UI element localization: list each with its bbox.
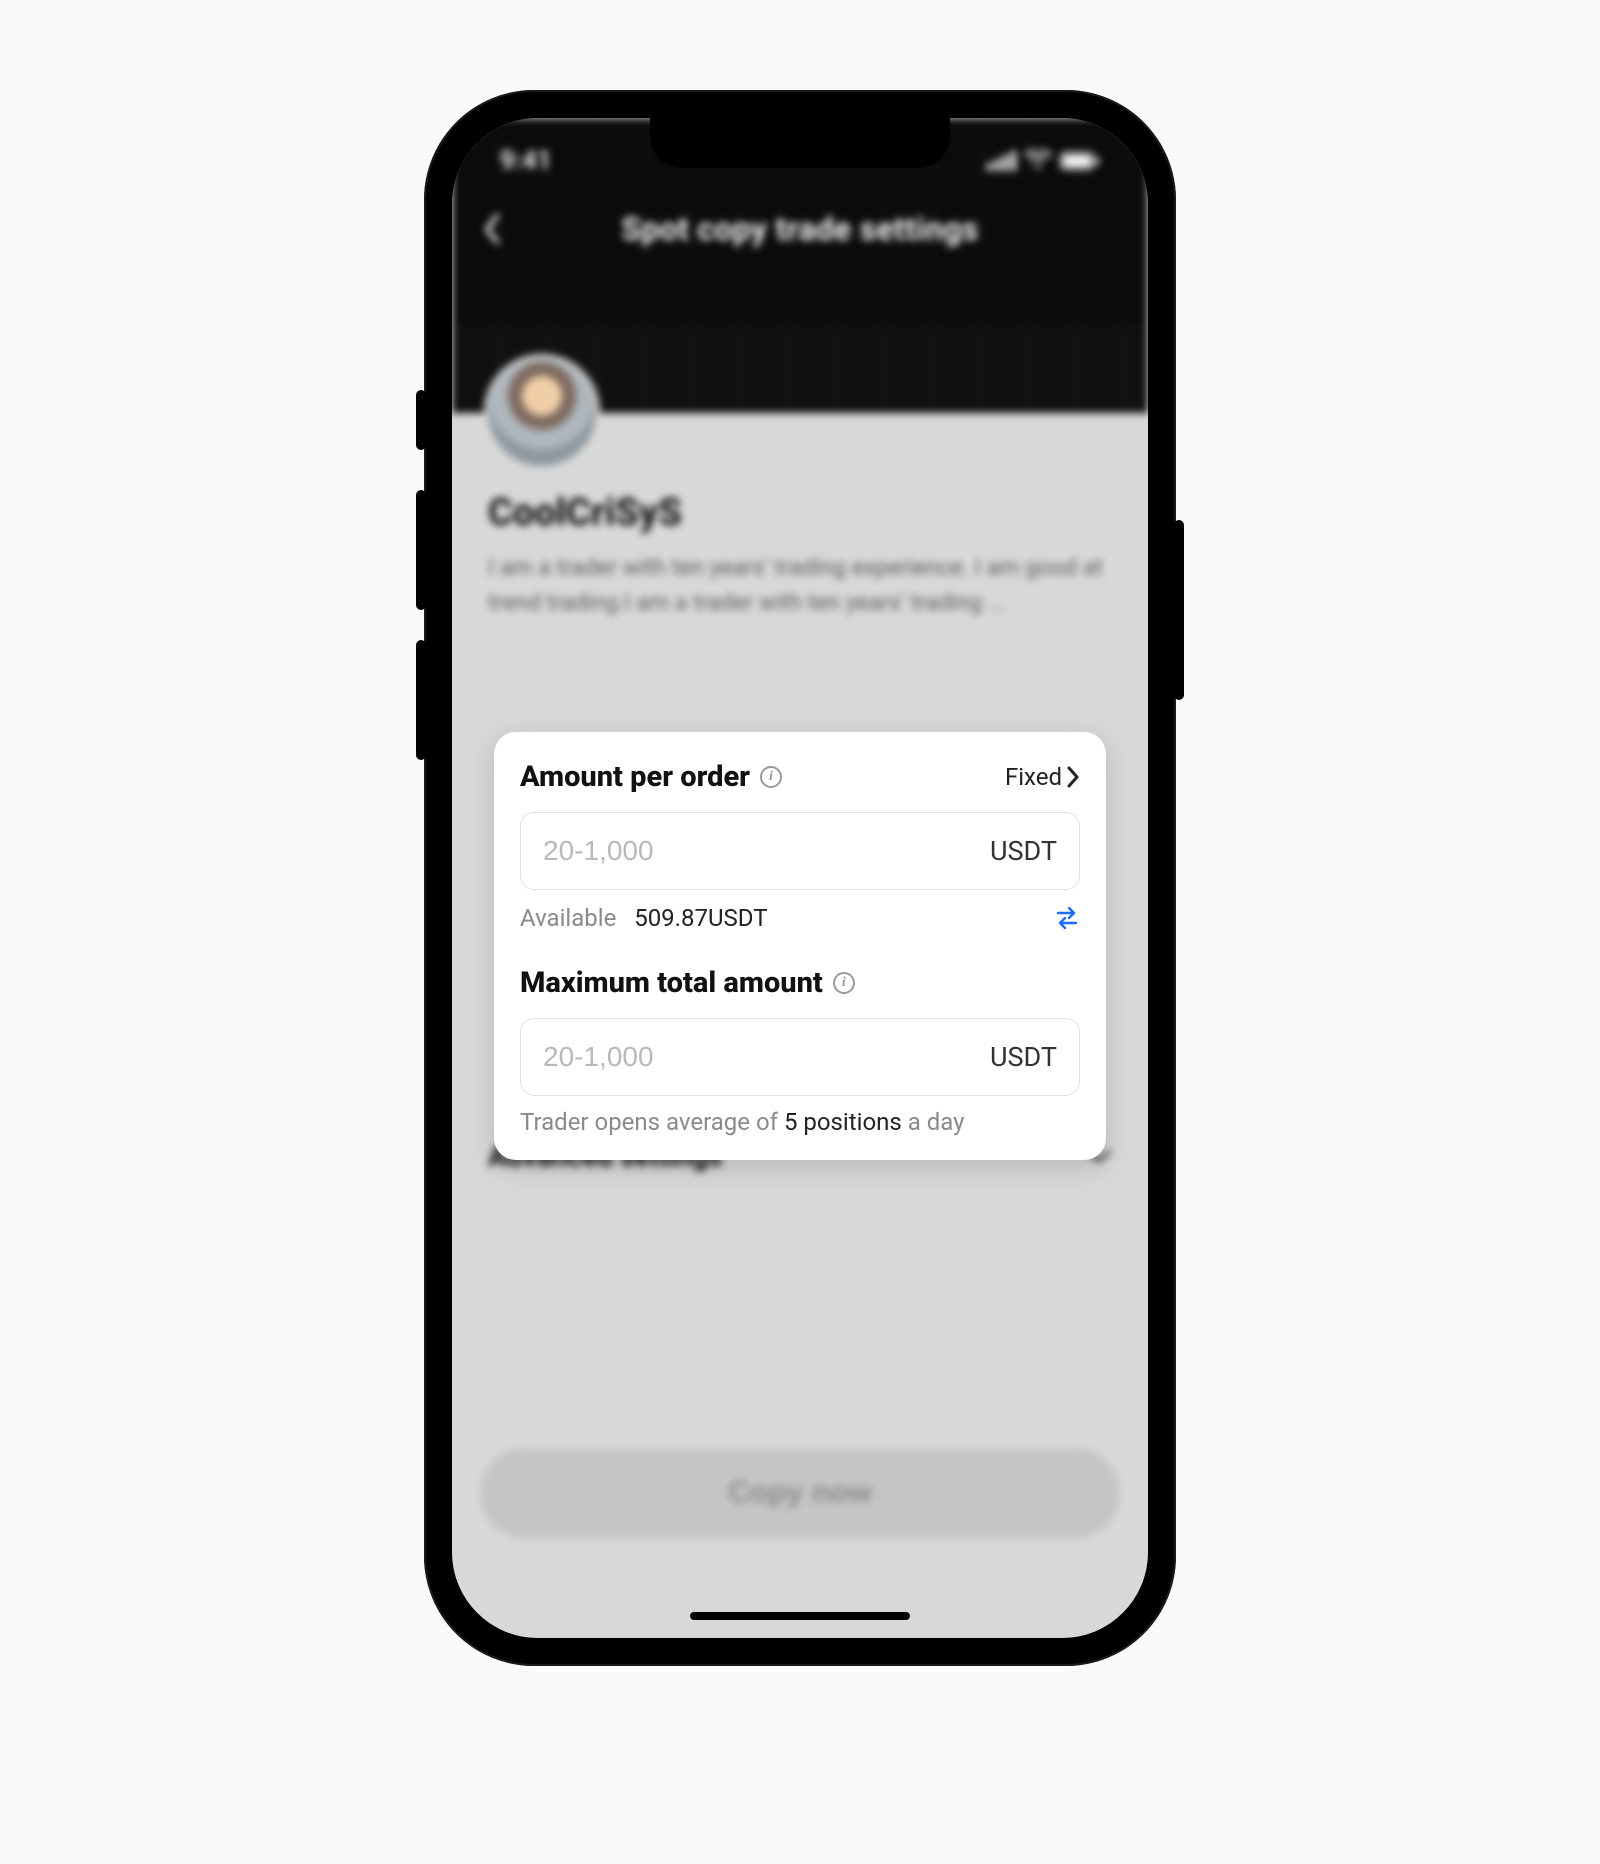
cellular-icon xyxy=(987,151,1016,171)
chevron-right-icon xyxy=(1066,766,1080,788)
available-label: Available xyxy=(520,904,616,932)
phone-screen: 9:41 xyxy=(452,118,1148,1638)
available-value: 509.87USDT xyxy=(634,904,767,932)
amount-mode-label: Fixed xyxy=(1005,763,1062,791)
page-header: Spot copy trade settings xyxy=(452,210,1148,248)
amount-per-order-input[interactable] xyxy=(543,835,990,867)
positions-hint-post: a day xyxy=(902,1108,965,1136)
max-total-title-text: Maximum total amount xyxy=(520,966,823,1000)
copy-now-label: Copy now xyxy=(728,1476,871,1510)
back-button[interactable] xyxy=(482,213,502,245)
home-indicator[interactable] xyxy=(690,1612,910,1620)
page-title: Spot copy trade settings xyxy=(621,210,978,248)
phone-side-button xyxy=(1174,520,1184,700)
available-balance: Available 509.87USDT xyxy=(520,904,768,932)
transfer-icon[interactable] xyxy=(1054,907,1080,929)
info-icon[interactable]: i xyxy=(833,972,855,994)
amount-settings-card: Amount per order i Fixed USDT xyxy=(494,732,1106,1160)
amount-per-order-title: Amount per order i xyxy=(520,760,782,794)
trader-avatar[interactable] xyxy=(488,358,596,466)
max-total-field[interactable]: USDT xyxy=(520,1018,1080,1096)
max-total-input[interactable] xyxy=(543,1041,990,1073)
phone-frame: 9:41 xyxy=(424,90,1176,1666)
canvas: 9:41 xyxy=(0,0,1600,1864)
cta-wrap: Copy now xyxy=(480,1448,1120,1538)
amount-per-order-field[interactable]: USDT xyxy=(520,812,1080,890)
info-icon[interactable]: i xyxy=(760,766,782,788)
battery-icon xyxy=(1060,151,1100,171)
max-total-unit: USDT xyxy=(990,1041,1057,1073)
positions-hint: Trader opens average of 5 positions a da… xyxy=(520,1108,1080,1136)
amount-per-order-unit: USDT xyxy=(990,835,1057,867)
phone-notch xyxy=(650,118,950,168)
amount-mode-selector[interactable]: Fixed xyxy=(1005,763,1080,791)
phone-side-button xyxy=(416,640,426,760)
phone-side-button xyxy=(416,390,426,450)
wifi-icon xyxy=(1024,150,1052,172)
positions-hint-pre: Trader opens average of xyxy=(520,1108,784,1136)
copy-now-button[interactable]: Copy now xyxy=(480,1448,1120,1538)
positions-hint-em: 5 positions xyxy=(784,1108,902,1136)
max-total-title: Maximum total amount i xyxy=(520,966,855,1000)
trader-bio: I am a trader with ten years' trading ex… xyxy=(488,551,1112,620)
phone-side-button xyxy=(416,490,426,610)
status-time: 9:41 xyxy=(500,146,552,176)
amount-per-order-title-text: Amount per order xyxy=(520,760,750,794)
